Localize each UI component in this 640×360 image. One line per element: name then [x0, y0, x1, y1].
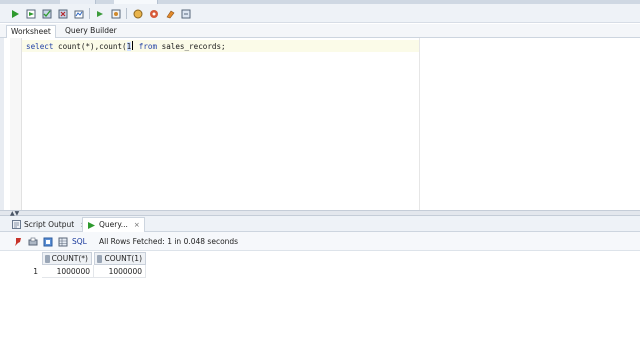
tab-query-result[interactable]: Query... ×: [82, 217, 145, 232]
export-icon[interactable]: [42, 236, 53, 247]
table-cell[interactable]: 1000000: [42, 265, 94, 278]
keyword-select: select: [26, 42, 54, 51]
unshared-sql-icon[interactable]: [179, 7, 192, 20]
sql-formatter-icon[interactable]: [147, 7, 160, 20]
column-sort-icon[interactable]: [45, 255, 50, 263]
sql-editor[interactable]: select count(*),count(1 from sales_recor…: [0, 38, 640, 210]
script-output-icon: [12, 220, 21, 229]
clear-eraser-icon[interactable]: [163, 7, 176, 20]
tab-query-builder[interactable]: Query Builder: [61, 25, 121, 38]
right-margin-line: [419, 38, 420, 210]
toolbar-separator: [89, 8, 90, 19]
pin-icon[interactable]: [12, 236, 23, 247]
toolbar-separator: [126, 8, 127, 19]
commit-icon[interactable]: [40, 7, 53, 20]
tab-worksheet[interactable]: Worksheet: [6, 25, 56, 38]
tab-query-result-label: Query...: [99, 220, 128, 229]
explain-plan-icon[interactable]: [93, 7, 106, 20]
history-icon[interactable]: [131, 7, 144, 20]
highlighted-char: 1: [126, 42, 132, 51]
close-icon[interactable]: ×: [134, 218, 140, 232]
print-icon[interactable]: [27, 236, 38, 247]
run-statement-icon[interactable]: [8, 7, 21, 20]
row-number: 1: [33, 267, 38, 276]
results-toolbar: SQL All Rows Fetched: 1 in 0.048 seconds: [0, 232, 640, 251]
code-text-table: sales_records;: [157, 42, 226, 51]
sql-link[interactable]: SQL: [72, 237, 87, 246]
run-script-icon[interactable]: [24, 7, 37, 20]
column-header[interactable]: COUNT(1): [94, 252, 146, 265]
keyword-from: from: [138, 42, 158, 51]
column-header[interactable]: COUNT(*): [42, 252, 92, 265]
editor-left-bar: [0, 38, 4, 210]
autotrace-icon[interactable]: [72, 7, 85, 20]
sql-code-line[interactable]: select count(*),count(1 from sales_recor…: [26, 41, 226, 51]
fetch-status: All Rows Fetched: 1 in 0.048 seconds: [99, 237, 239, 246]
worksheet-subtabs: Worksheet Query Builder: [0, 24, 640, 38]
tab-script-output[interactable]: Script Output ×: [8, 217, 90, 232]
column-sort-icon[interactable]: [97, 255, 102, 263]
query-result-play-icon: [88, 221, 95, 229]
worksheet-toolbar: [0, 4, 640, 23]
grid-refresh-icon[interactable]: [57, 236, 68, 247]
table-cell[interactable]: 1000000: [94, 265, 146, 278]
tab-script-output-label: Script Output: [24, 219, 75, 229]
text-caret: [132, 41, 134, 50]
sql-tuning-icon[interactable]: [109, 7, 122, 20]
editor-gutter: [10, 38, 22, 210]
code-text: count(*),count(: [53, 42, 127, 51]
rollback-icon[interactable]: [56, 7, 69, 20]
output-tabs: Script Output × Query... ×: [0, 216, 640, 232]
